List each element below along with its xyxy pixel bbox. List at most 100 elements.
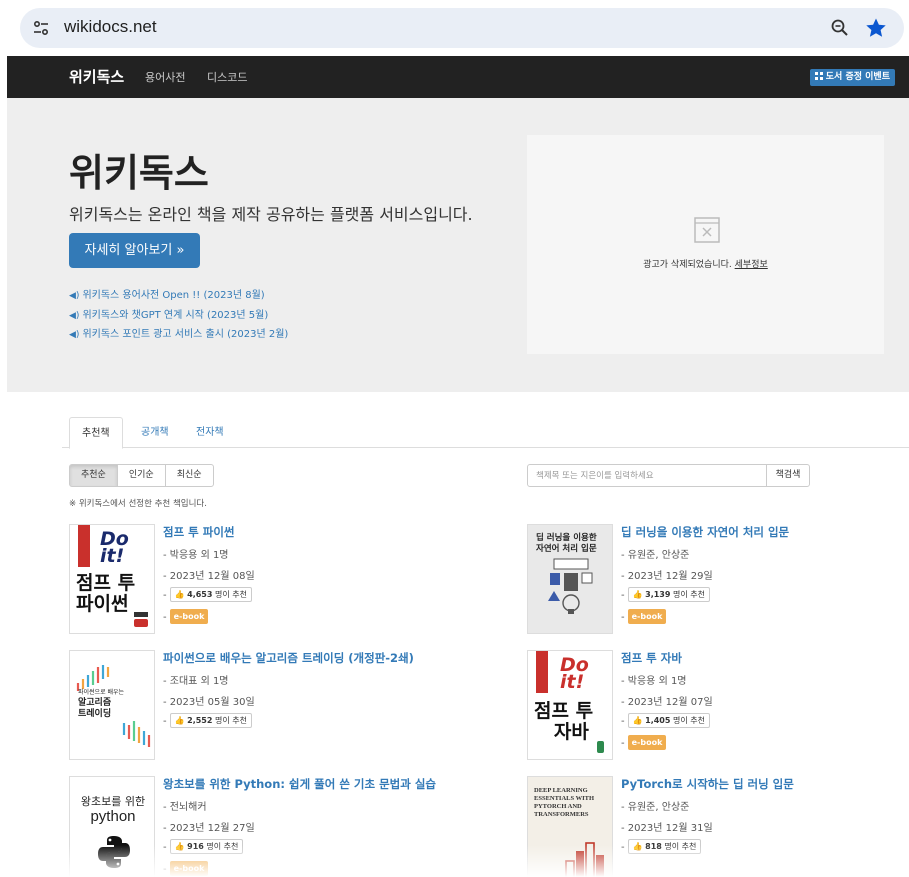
cover-mark [134,612,148,617]
ebook-badge[interactable]: e-book [627,609,667,624]
hero-subtitle: 위키독스는 온라인 책을 제작 공유하는 플랫폼 서비스입니다. [69,205,473,224]
news-text: 위키독스 용어사전 Open !! (2023년 8월) [82,290,265,301]
cover-text: Do it! [560,654,589,693]
ad-message: 광고가 삭제되었습니다. [643,260,732,270]
cover-mark [597,741,604,753]
book-recommend: - 👍 1,405 명이 추천 [621,713,710,728]
cover-title-line: 자바 [553,721,589,743]
learn-more-button[interactable]: 자세히 알아보기 » [69,233,200,268]
browser-toolbar: wikidocs.net [0,0,909,56]
book-date: - 2023년 12월 29일 [621,571,713,582]
book-author: - 조대표 외 1명 [163,676,229,687]
book-title-link[interactable]: PyTorch로 시작하는 딥 러닝 입문 [621,776,794,792]
book-search-input[interactable] [527,464,767,487]
book-cover[interactable]: 파이썬으로 배우는알고리즘 트레이딩 [69,650,155,760]
ad-details-link[interactable]: 세부정보 [735,260,768,270]
site-navbar: 위키독스 용어사전 디스코드 도서 증정 이벤트 [7,56,909,98]
recommend-count: 4,653 [187,590,213,599]
news-link-points[interactable]: ◀) 위키독스 포인트 광고 서비스 출시 (2023년 2월) [69,325,288,340]
book-ebook: -e-book [163,609,209,624]
news-link-glossary[interactable]: ◀) 위키독스 용어사전 Open !! (2023년 8월) [69,286,265,301]
cover-title-line: TRANSFORMERS [534,811,589,818]
ebook-badge[interactable]: e-book [627,735,667,750]
zoom-out-icon[interactable] [830,18,850,38]
book-date: - 2023년 05월 30일 [163,697,255,708]
recommend-badge: 👍 1,405 명이 추천 [627,713,710,728]
book-search-button[interactable]: 책검색 [766,464,810,487]
brand-link[interactable]: 위키독스 [69,66,124,87]
bottom-fade [0,845,909,877]
thumbs-up-icon: 👍 [632,716,643,725]
cover-title-line: PYTORCH AND [534,803,582,810]
site-settings-icon[interactable] [32,19,50,37]
cover-title: python [90,808,136,825]
book-card: 파이썬으로 배우는알고리즘 트레이딩 파이썬으로 배우는 알고리즘 트레이딩 (개… [69,650,414,770]
recommend-suffix: 명이 추천 [214,590,247,599]
cover-title: 딥 러닝을 이용한 자연어 처리 입문 [536,533,597,555]
book-title-link[interactable]: 딥 러닝을 이용한 자연어 처리 입문 [621,524,789,540]
book-author: - 박응용 외 1명 [163,550,229,561]
book-recommend: - 👍 3,139 명이 추천 [621,587,710,602]
book-author: - 유원준, 안상준 [621,802,690,813]
sort-latest-button[interactable]: 최신순 [164,464,214,487]
nav-link-glossary[interactable]: 용어사전 [145,69,185,85]
news-text: 위키독스와 챗GPT 연계 시작 (2023년 5월) [82,310,269,321]
bullet-dash: - [621,738,625,749]
book-author: - 유원준, 안상준 [621,550,690,561]
news-link-chatgpt[interactable]: ◀) 위키독스와 챗GPT 연계 시작 (2023년 5월) [69,306,268,321]
speaker-icon: ◀) [69,291,80,301]
book-tabs: 추천책 공개책 전자책 [62,417,909,449]
cover-title-line: 알고리즘 [78,698,112,708]
cover-illustration [548,558,593,614]
book-cover[interactable]: Do it! 점프 투 파이썬 [69,524,155,634]
recommend-badge: 👍 3,139 명이 추천 [627,587,710,602]
cover-title: 점프 투 파이썬 [76,573,135,615]
cover-title: DEEP LEARNING ESSENTIALS WITH PYTORCH AND T… [534,787,594,819]
book-search: 책검색 [527,464,810,487]
recommend-note: ※ 위키독스에서 선정한 추천 책입니다. [69,499,207,509]
book-event-button[interactable]: 도서 증정 이벤트 [809,69,895,86]
cover-text: Do it! [100,528,129,567]
url-text[interactable]: wikidocs.net [64,17,157,37]
book-title-link[interactable]: 파이썬으로 배우는 알고리즘 트레이딩 (개정판-2쇄) [163,650,414,666]
book-card: Do it! 점프 투 자바 점프 투 자바 - 박응용 외 1명 - 2023… [527,650,857,770]
cover-title-line: 딥 러닝을 이용한 [536,533,597,543]
tab-ebook[interactable]: 전자책 [184,417,236,448]
sort-recommended-button[interactable]: 추천순 [69,464,118,487]
cover-strip [78,525,90,567]
book-title-link[interactable]: 점프 투 자바 [621,650,682,666]
nav-link-discord[interactable]: 디스코드 [207,69,247,85]
thumbs-up-icon: 👍 [632,590,643,599]
bookmark-star-icon[interactable] [864,16,888,40]
book-card: Do it! 점프 투 파이썬 점프 투 파이썬 - 박응용 외 1명 - 202… [69,524,399,644]
sort-popular-button[interactable]: 인기순 [116,464,166,487]
recommend-count: 1,405 [645,716,671,725]
book-title-link[interactable]: 왕초보를 위한 Python: 쉽게 풀어 쓴 기초 문법과 실습 [163,776,436,792]
cover-title-line: 자연어 처리 입문 [536,544,597,554]
cover-title-line: ESSENTIALS WITH [534,795,595,802]
book-cover[interactable]: 딥 러닝을 이용한 자연어 처리 입문 [527,524,613,634]
address-bar[interactable]: wikidocs.net [20,8,904,48]
book-cover[interactable]: Do it! 점프 투 자바 [527,650,613,760]
ebook-badge[interactable]: e-book [169,609,209,624]
cover-title-line: 파이썬으로 배우는 [78,689,125,696]
cover-title-line: DEEP LEARNING [534,787,588,794]
cover-strip [536,651,548,693]
cover-title-line: 트레이딩 [78,709,112,719]
ad-removed-text: 광고가 삭제되었습니다. 세부정보 [527,257,884,270]
tab-recommended[interactable]: 추천책 [69,417,123,449]
bullet-dash: - [163,590,167,601]
sort-button-group: 추천순 인기순 최신순 [69,464,214,487]
bullet-dash: - [621,716,625,727]
tab-public[interactable]: 공개책 [129,417,181,448]
book-author: - 전뇌해커 [163,802,207,813]
ad-removed-icon [694,217,720,243]
cover-text: 왕초보를 위한 [80,795,146,808]
recommend-count: 3,139 [645,590,671,599]
hero-jumbotron: 위키독스 위키독스는 온라인 책을 제작 공유하는 플랫폼 서비스입니다. 자세… [7,98,909,392]
cover-mark [134,619,148,627]
book-title-link[interactable]: 점프 투 파이썬 [163,524,235,540]
news-text: 위키독스 포인트 광고 서비스 출시 (2023년 2월) [82,329,289,340]
bullet-dash: - [163,716,167,727]
grid-icon [814,72,823,80]
